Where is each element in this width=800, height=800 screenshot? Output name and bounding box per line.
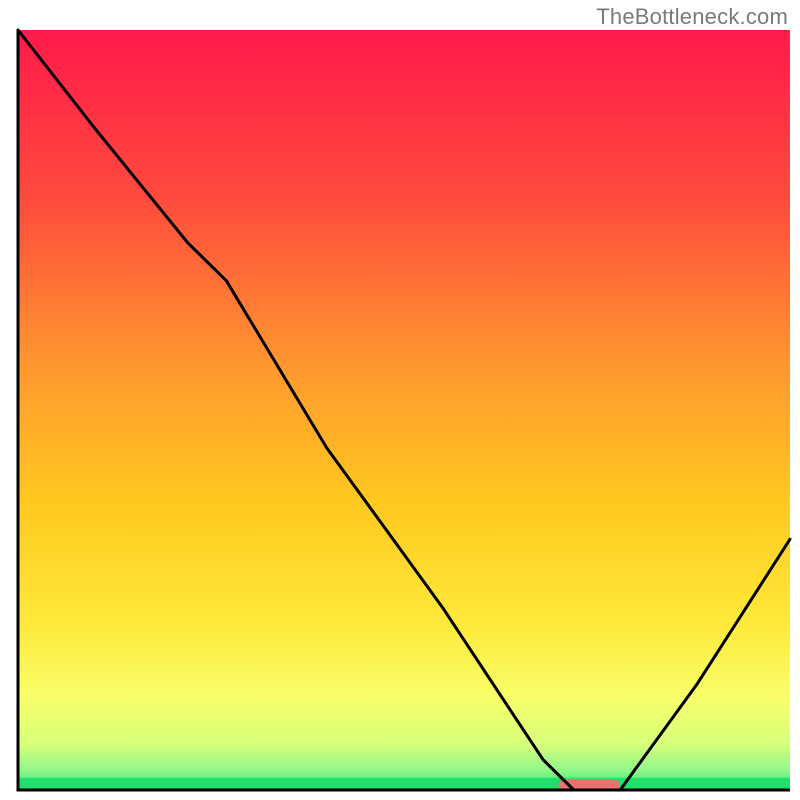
watermark-text: TheBottleneck.com bbox=[596, 4, 788, 30]
gradient-field bbox=[18, 30, 790, 790]
baseline-band bbox=[18, 778, 790, 790]
chart-frame: TheBottleneck.com bbox=[0, 0, 800, 800]
bottleneck-curve-chart bbox=[0, 0, 800, 800]
